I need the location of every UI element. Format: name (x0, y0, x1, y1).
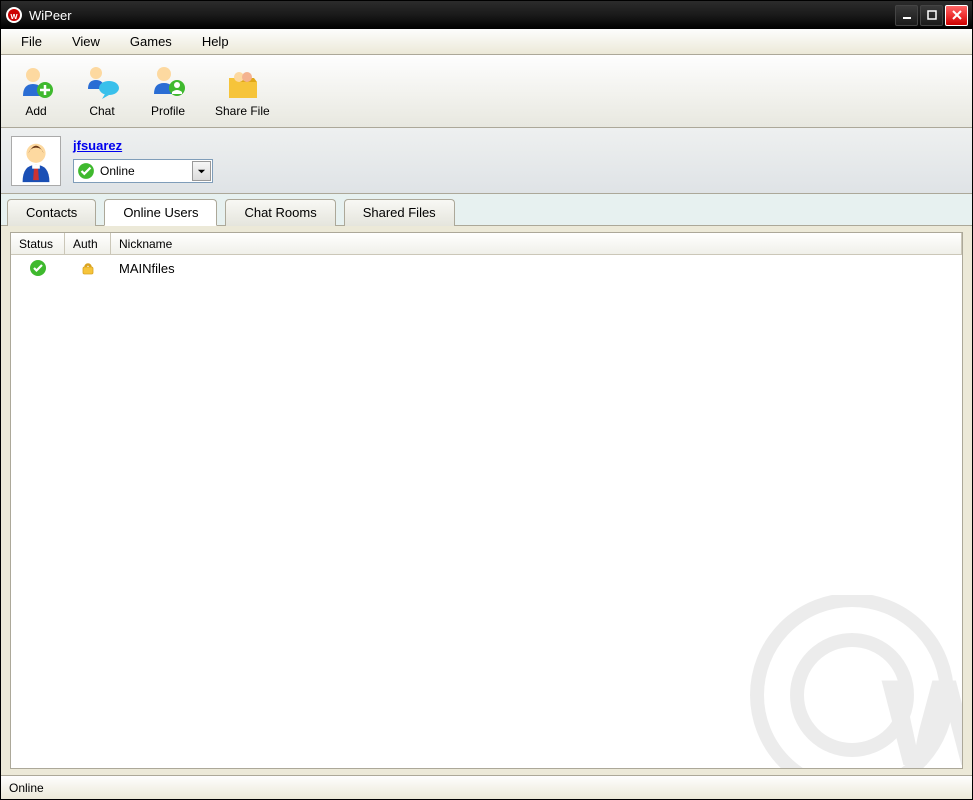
column-auth[interactable]: Auth (65, 233, 111, 254)
menu-help[interactable]: Help (188, 32, 243, 51)
maximize-button[interactable] (920, 5, 943, 26)
table-row[interactable]: MAINfiles (11, 255, 962, 281)
content-area: Status Auth Nickname MAINfiles w (10, 232, 963, 769)
tab-chat-rooms[interactable]: Chat Rooms (225, 199, 335, 226)
profile-icon (149, 64, 187, 102)
share-file-button[interactable]: Share File (209, 62, 276, 120)
tab-online-users[interactable]: Online Users (104, 199, 217, 226)
app-icon: w (5, 6, 23, 24)
svg-text:w: w (9, 11, 18, 21)
row-auth-icon (65, 259, 111, 277)
chat-label: Chat (89, 104, 114, 118)
tab-shared-files[interactable]: Shared Files (344, 199, 455, 226)
menu-view[interactable]: View (58, 32, 114, 51)
window-controls (895, 5, 968, 26)
status-text: Online (98, 164, 191, 178)
share-label: Share File (215, 104, 270, 118)
add-label: Add (25, 104, 46, 118)
username-link[interactable]: jfsuarez (73, 138, 213, 153)
add-button[interactable]: Add (11, 62, 61, 120)
list-body: MAINfiles (11, 255, 962, 768)
app-window: w WiPeer File View Games Help Add (0, 0, 973, 800)
chat-icon (83, 64, 121, 102)
statusbar: Online (1, 775, 972, 799)
row-nickname: MAINfiles (111, 261, 962, 276)
column-status[interactable]: Status (11, 233, 65, 254)
statusbar-text: Online (9, 781, 44, 795)
add-user-icon (17, 64, 55, 102)
close-button[interactable] (945, 5, 968, 26)
row-status-icon (11, 259, 65, 277)
user-panel: jfsuarez Online (1, 128, 972, 194)
minimize-button[interactable] (895, 5, 918, 26)
titlebar[interactable]: w WiPeer (1, 1, 972, 29)
tab-contacts[interactable]: Contacts (7, 199, 96, 226)
tabs: Contacts Online Users Chat Rooms Shared … (1, 194, 972, 226)
menubar: File View Games Help (1, 29, 972, 55)
list-header: Status Auth Nickname (11, 233, 962, 255)
menu-file[interactable]: File (7, 32, 56, 51)
chat-button[interactable]: Chat (77, 62, 127, 120)
column-nickname[interactable]: Nickname (111, 233, 962, 254)
status-select[interactable]: Online (73, 159, 213, 183)
toolbar: Add Chat Profile Share File (1, 55, 972, 128)
share-file-icon (223, 64, 261, 102)
profile-button[interactable]: Profile (143, 62, 193, 120)
status-online-icon (77, 162, 95, 180)
profile-label: Profile (151, 104, 185, 118)
menu-games[interactable]: Games (116, 32, 186, 51)
user-info: jfsuarez Online (73, 138, 213, 183)
window-title: WiPeer (29, 8, 895, 23)
status-dropdown-button[interactable] (192, 161, 211, 181)
avatar[interactable] (11, 136, 61, 186)
